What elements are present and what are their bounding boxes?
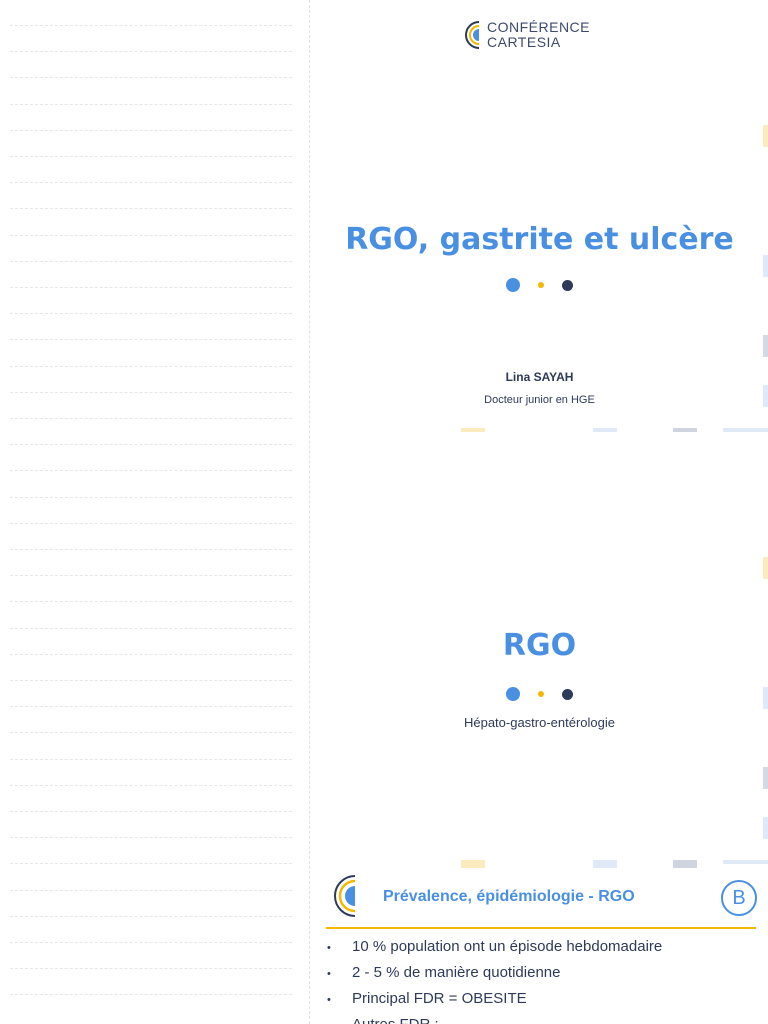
note-line xyxy=(10,732,292,734)
note-line xyxy=(10,156,292,157)
logo-line1: CONFÉRENCE xyxy=(487,19,591,35)
bullet-text: Principal FDR = OBESITE xyxy=(352,990,527,1007)
author-name: Lina SAYAH xyxy=(505,370,574,384)
bullet-item: • 10 % population ont un épisode hebdomad… xyxy=(327,938,663,955)
note-line xyxy=(10,339,292,341)
note-line xyxy=(10,627,292,629)
slide-section: RGO Hépato-gastro-entérologie xyxy=(311,432,768,864)
note-line xyxy=(10,758,292,760)
slide-content: Prévalence, épidémiologie - RGO B • 10 % … xyxy=(311,864,768,1024)
notes-panel xyxy=(0,0,310,1024)
note-line xyxy=(10,784,292,786)
heading-underline xyxy=(326,927,756,929)
note-line xyxy=(10,129,292,131)
note-line xyxy=(10,365,292,367)
bullet-list: • 10 % population ont un épisode hebdomad… xyxy=(327,938,662,1024)
bullet-text: Autres FDR : xyxy=(352,1016,439,1024)
logo: CONFÉRENCE CARTESIA xyxy=(461,20,590,50)
slide-title: CONFÉRENCE CARTESIA RGO, gastrite et ulc… xyxy=(311,0,768,432)
note-line xyxy=(10,496,292,498)
note-line xyxy=(10,103,292,105)
note-line xyxy=(10,549,292,550)
note-line xyxy=(10,915,292,917)
note-line xyxy=(10,968,292,970)
rank-badge: B xyxy=(721,880,757,916)
presentation-title: RGO, gastrite et ulcère xyxy=(345,222,734,257)
note-line xyxy=(10,182,292,184)
bullet-item: • 2 - 5 % de manière quotidienne xyxy=(327,964,561,981)
note-line xyxy=(10,680,292,681)
note-line xyxy=(10,470,292,472)
bullet-text: 10 % population ont un épisode hebdomada… xyxy=(352,938,663,955)
note-line xyxy=(10,863,292,865)
note-line xyxy=(10,942,292,943)
note-line xyxy=(10,522,292,524)
dots-divider xyxy=(311,687,768,701)
note-line xyxy=(10,444,292,446)
author-role: Docteur junior en HGE xyxy=(484,394,595,406)
cartesia-logo-icon xyxy=(334,875,356,917)
note-line xyxy=(10,77,292,79)
logo-line2: CARTESIA xyxy=(487,34,561,50)
bullet-text: 2 - 5 % de manière quotidienne xyxy=(352,964,561,981)
note-line xyxy=(10,601,292,603)
note-line xyxy=(10,811,292,812)
note-line xyxy=(10,287,292,288)
note-line xyxy=(10,418,292,419)
note-line xyxy=(10,994,292,996)
dots-divider xyxy=(311,278,768,292)
cartesia-logo-icon xyxy=(465,21,480,49)
section-subtitle: Hépato-gastro-entérologie xyxy=(463,715,616,730)
note-line xyxy=(10,313,292,315)
note-line xyxy=(10,575,292,577)
note-line xyxy=(10,889,292,891)
note-line xyxy=(10,391,292,393)
slide-heading: Prévalence, épidémiologie - RGO xyxy=(383,888,635,905)
note-line xyxy=(10,653,292,655)
note-line xyxy=(10,25,292,26)
note-line xyxy=(10,234,292,236)
note-line xyxy=(10,837,292,839)
note-line xyxy=(10,706,292,708)
note-line xyxy=(10,208,292,210)
note-line xyxy=(10,260,292,262)
bullet-item: • Principal FDR = OBESITE xyxy=(327,990,527,1007)
section-title: RGO xyxy=(502,628,577,663)
bullet-item: •Autres FDR : xyxy=(327,1016,662,1024)
note-line xyxy=(10,51,292,53)
